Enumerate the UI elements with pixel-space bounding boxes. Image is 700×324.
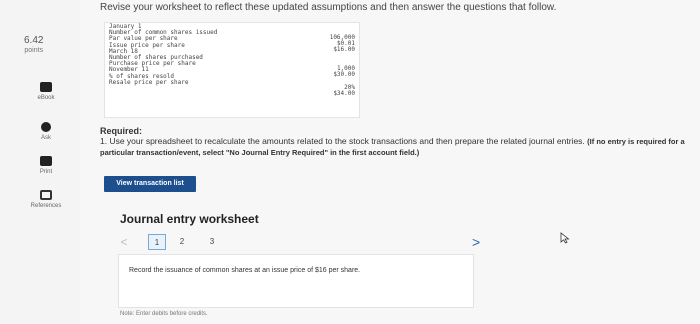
references-icon [40, 190, 52, 200]
required-text: 1. Use your spreadsheet to recalculate t… [100, 136, 585, 146]
left-sidebar: 6.42 points eBook Ask Print References [0, 0, 80, 324]
print-icon [40, 156, 52, 166]
worksheet-labels: January 1 Number of common shares issued… [109, 23, 217, 86]
sidebar-item-label: References [30, 203, 62, 209]
instruction-text: Revise your worksheet to reflect these u… [100, 2, 557, 13]
page-tab-3[interactable]: 3 [206, 234, 218, 250]
page-tab-1[interactable]: 1 [148, 234, 166, 250]
assumptions-worksheet: January 1 Number of common shares issued… [104, 22, 360, 118]
journal-worksheet-title: Journal entry worksheet [120, 212, 259, 226]
transaction-description: Record the issuance of common shares at … [129, 267, 361, 274]
worksheet-values: 106,000 $0.01 $16.00 1,000 $30.00 20% $3… [295, 34, 355, 97]
sidebar-item-label: Print [39, 169, 53, 175]
journal-entry-panel: Record the issuance of common shares at … [118, 254, 474, 308]
sidebar-item-label: Ask [40, 135, 51, 141]
next-arrow-icon[interactable]: > [472, 234, 480, 250]
ask-icon [41, 122, 51, 132]
worksheet-label: Resale price per share [109, 78, 189, 86]
required-section: Required: 1. Use your spreadsheet to rec… [100, 126, 690, 158]
prev-arrow-icon[interactable]: < [118, 234, 130, 250]
required-heading: Required: [100, 126, 143, 136]
sidebar-item-print[interactable]: Print [26, 156, 66, 175]
worksheet-value: $34.00 [333, 89, 355, 97]
view-transaction-list-button[interactable]: View transaction list [104, 176, 196, 192]
page-tab-2[interactable]: 2 [176, 234, 188, 250]
sidebar-item-ask[interactable]: Ask [26, 122, 66, 141]
ebook-icon [40, 82, 52, 92]
journal-note: Note: Enter debits before credits. [120, 311, 208, 317]
mouse-cursor-icon [560, 232, 570, 244]
points-label: points [24, 47, 44, 54]
sidebar-item-label: eBook [37, 95, 55, 101]
points-display: 6.42 points [24, 36, 43, 56]
sidebar-item-references[interactable]: References [26, 190, 66, 209]
sidebar-item-ebook[interactable]: eBook [26, 82, 66, 101]
points-value: 6.42 [24, 35, 44, 46]
